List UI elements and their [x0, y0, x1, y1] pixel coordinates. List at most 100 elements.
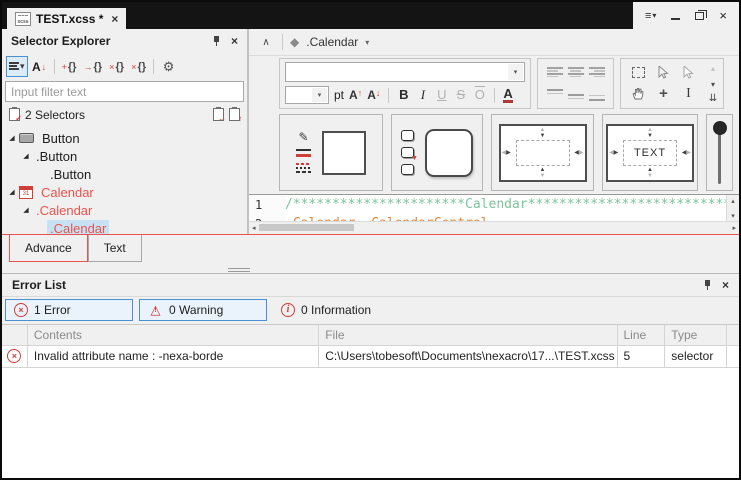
- valign-bottom-icon[interactable]: [589, 89, 605, 101]
- add-selector-button[interactable]: + {}: [59, 56, 80, 77]
- decrease-font-button[interactable]: A ↓: [367, 88, 380, 102]
- error-filter-button[interactable]: ×1 Error: [5, 299, 133, 321]
- font-size-combo[interactable]: ▾: [285, 86, 329, 104]
- padding-left-arrows[interactable]: ◀▶: [609, 150, 618, 156]
- scroll-bottom-icon[interactable]: ⇊: [709, 95, 717, 103]
- panel-splitter[interactable]: [2, 267, 739, 273]
- pencil-icon[interactable]: ✎: [298, 132, 308, 143]
- dash-style-icon[interactable]: [296, 163, 311, 173]
- column-header-Type[interactable]: Type: [665, 325, 727, 345]
- border-preview[interactable]: [322, 131, 366, 175]
- tree-expander-icon[interactable]: ◢: [5, 188, 19, 196]
- document-tab[interactable]: xcss TEST.xcss * ×: [7, 8, 126, 29]
- column-header-icon[interactable]: [2, 325, 28, 345]
- column-header-Line[interactable]: Line: [618, 325, 666, 345]
- add-tool-icon[interactable]: +: [659, 87, 668, 101]
- settings-button[interactable]: ⚙: [158, 56, 179, 77]
- tree-item-calendar[interactable]: .Calendar: [2, 219, 247, 234]
- delete-selector-button[interactable]: × {}: [106, 56, 127, 77]
- padding-top-arrows[interactable]: ▲▼: [647, 127, 653, 139]
- text-padding-box[interactable]: TEXT ▲▼ ▲▼ ◀▶ ◀▶: [602, 114, 698, 191]
- tree-item-button[interactable]: ◢.Button: [2, 147, 247, 165]
- tree-expander-icon[interactable]: ◢: [19, 206, 33, 214]
- tab-advance[interactable]: Advance: [9, 235, 88, 262]
- tree-item-calendar[interactable]: ◢.Calendar: [2, 201, 247, 219]
- padding-bottom-arrows[interactable]: ▲▼: [540, 167, 546, 179]
- sort-selectors-button[interactable]: ▾: [6, 56, 28, 77]
- italic-button[interactable]: I: [416, 87, 429, 103]
- font-family-combo[interactable]: ▾: [285, 62, 525, 82]
- slider-track[interactable]: [718, 128, 721, 184]
- insert-selector-button[interactable]: → {}: [81, 56, 106, 77]
- bold-button[interactable]: B: [397, 87, 410, 103]
- window-list-icon[interactable]: ≡ ▾: [645, 10, 656, 22]
- pin-icon[interactable]: [703, 279, 713, 291]
- collapse-toolbar-icon[interactable]: ∧: [257, 37, 275, 48]
- marquee-select-icon[interactable]: [632, 67, 645, 78]
- text-padding-preview[interactable]: TEXT ▲▼ ▲▼ ◀▶ ◀▶: [606, 124, 694, 182]
- corner-resize-icon[interactable]: ▼: [401, 147, 414, 158]
- padding-left-arrows[interactable]: ◀▶: [502, 150, 511, 156]
- padding-right-arrows[interactable]: ◀▶: [682, 150, 691, 156]
- line-style-icon[interactable]: [296, 149, 311, 157]
- hand-tool-icon[interactable]: [632, 87, 645, 100]
- minimize-icon[interactable]: [671, 18, 680, 20]
- overline-button[interactable]: O: [473, 87, 486, 103]
- restore-icon[interactable]: [695, 12, 704, 20]
- tree-expander-icon[interactable]: ◢: [5, 134, 19, 142]
- tab-close-icon[interactable]: ×: [111, 12, 118, 26]
- valign-top-icon[interactable]: [547, 89, 563, 101]
- hscroll-thumb[interactable]: [259, 224, 354, 231]
- tab-text[interactable]: Text: [88, 235, 142, 262]
- font-color-button[interactable]: A: [503, 87, 512, 103]
- warning-filter-button[interactable]: △!0 Warning: [139, 299, 267, 321]
- code-line-1[interactable]: 1/**********************Calendar********…: [249, 195, 726, 214]
- cursor-icon[interactable]: [658, 66, 669, 79]
- slider-knob[interactable]: [713, 121, 727, 135]
- padding-box[interactable]: ▲▼ ▲▼ ◀▶ ◀▶: [491, 114, 594, 191]
- corner-icon[interactable]: [401, 130, 414, 141]
- padding-bottom-arrows[interactable]: ▲▼: [647, 167, 653, 179]
- align-center-icon[interactable]: [568, 67, 584, 77]
- strikethrough-button[interactable]: S: [454, 87, 467, 103]
- tree-item-button[interactable]: .Button: [2, 165, 247, 183]
- code-text[interactable]: /**********************Calendar*********…: [285, 195, 726, 214]
- border-style-box[interactable]: ✎: [279, 114, 383, 191]
- delete-all-selectors-button[interactable]: × {}: [128, 56, 149, 77]
- clipboard-arrow-up-icon[interactable]: ↑: [229, 108, 240, 121]
- scroll-right-icon[interactable]: ▸: [732, 224, 736, 232]
- panel-close-icon[interactable]: ×: [722, 278, 729, 292]
- splitter-grip-icon[interactable]: [228, 268, 250, 272]
- scroll-down-icon[interactable]: ▾: [731, 212, 735, 220]
- scroll-left-icon[interactable]: ◂: [252, 224, 256, 232]
- combo-dropdown-icon[interactable]: ▾: [508, 64, 523, 80]
- filter-input[interactable]: [5, 81, 244, 102]
- horizontal-scrollbar[interactable]: ◂ ▸: [249, 221, 739, 234]
- valign-middle-icon[interactable]: [568, 89, 584, 101]
- corner-small-icon[interactable]: [401, 164, 414, 175]
- padding-top-arrows[interactable]: ▲▼: [540, 127, 546, 139]
- close-icon[interactable]: ×: [719, 8, 727, 23]
- column-header-Contents[interactable]: Contents: [28, 325, 319, 345]
- clipboard-arrow-left-icon[interactable]: ←: [213, 108, 224, 121]
- text-cursor-icon[interactable]: I: [686, 86, 691, 102]
- scroll-down-icon[interactable]: ▾: [711, 80, 715, 89]
- column-header-File[interactable]: File: [319, 325, 617, 345]
- corner-style-box[interactable]: ▼: [391, 114, 483, 191]
- padding-preview[interactable]: ▲▼ ▲▼ ◀▶ ◀▶: [499, 124, 587, 182]
- error-row[interactable]: ×Invalid attribute name : -nexa-bordeC:\…: [2, 346, 739, 368]
- selector-dropdown-icon[interactable]: ▾: [365, 38, 369, 47]
- increase-font-button[interactable]: A ↑: [349, 88, 362, 102]
- info-filter-button[interactable]: i0 Information: [273, 299, 379, 321]
- panel-close-icon[interactable]: ×: [231, 34, 238, 48]
- padding-right-arrows[interactable]: ◀▶: [574, 150, 583, 156]
- scroll-up-icon[interactable]: ▴: [711, 64, 715, 73]
- tree-item-calendar[interactable]: ◢31Calendar: [2, 183, 247, 201]
- align-left-icon[interactable]: [547, 67, 563, 77]
- align-right-icon[interactable]: [589, 67, 605, 77]
- vertical-scrollbar[interactable]: ▴ ▾: [726, 195, 739, 221]
- code-lines[interactable]: 1/**********************Calendar********…: [249, 195, 726, 221]
- combo-dropdown-icon[interactable]: ▾: [312, 88, 327, 102]
- sort-alpha-button[interactable]: A ↓: [29, 56, 50, 77]
- tree-expander-icon[interactable]: ◢: [19, 152, 33, 160]
